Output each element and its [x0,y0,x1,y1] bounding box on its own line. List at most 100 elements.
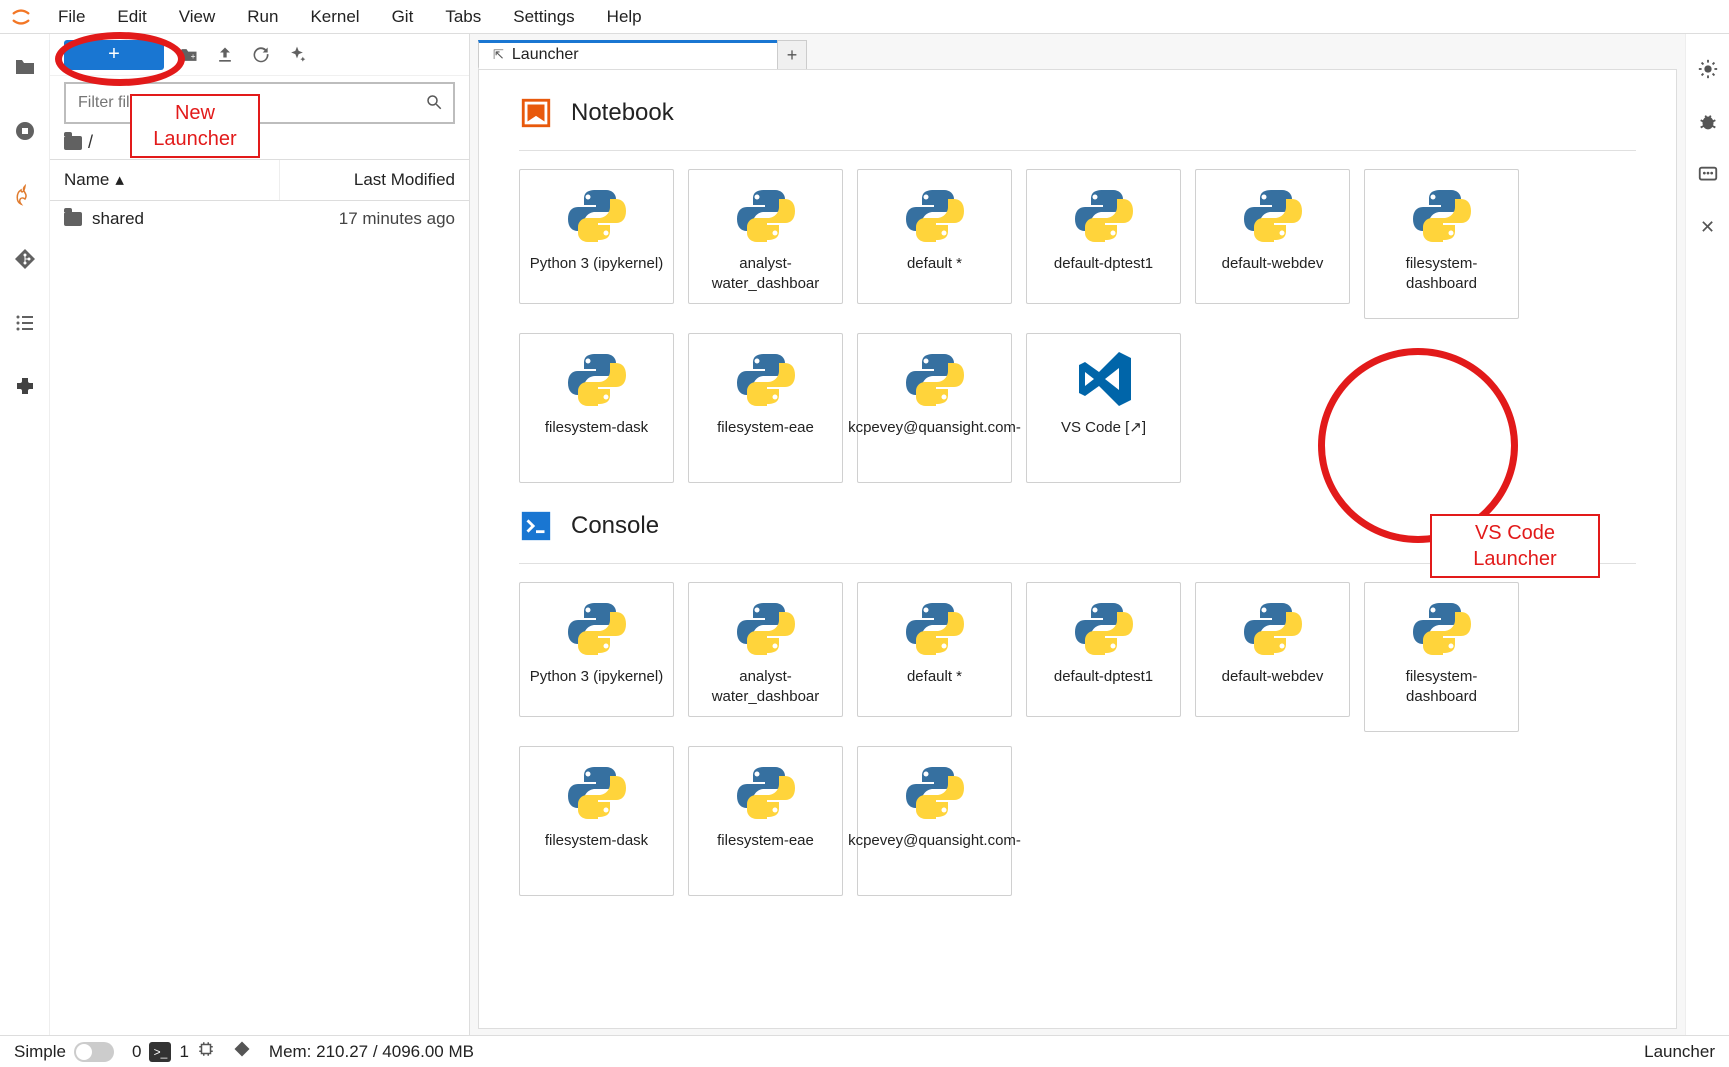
filter-input[interactable] [76,93,425,113]
svg-text:+: + [191,51,196,61]
folder-icon[interactable] [12,54,38,80]
folder-icon [64,136,82,150]
console-card-7[interactable]: filesystem-eae [688,746,843,896]
notebook-card-8[interactable]: kcpevey@quansight.com- [857,333,1012,483]
file-toolbar: + + [50,34,469,76]
python-icon [1411,597,1473,659]
menu-view[interactable]: View [163,1,232,33]
menu-help[interactable]: Help [591,1,658,33]
file-table-header: Name ▴ Last Modified [50,159,469,201]
notebook-icon [519,96,553,130]
notebook-card-5[interactable]: filesystem-dashboard [1364,169,1519,319]
header-modified[interactable]: Last Modified [280,160,469,200]
menu-git[interactable]: Git [376,1,430,33]
add-tab-button[interactable]: + [777,40,807,70]
section-console: Console Python 3 (ipykernel) analyst-wate… [519,509,1636,896]
card-label: Python 3 (ipykernel) [524,667,669,687]
new-folder-icon[interactable]: + [178,44,200,66]
git-status-icon[interactable] [233,1040,251,1063]
menu-file[interactable]: File [42,1,101,33]
notebook-card-6[interactable]: filesystem-dask [519,333,674,483]
property-inspector-icon[interactable] [1697,58,1719,83]
notebook-card-7[interactable]: filesystem-eae [688,333,843,483]
notebook-card-0[interactable]: Python 3 (ipykernel) [519,169,674,304]
console-icon [519,509,553,543]
card-label: filesystem-eae [711,418,820,438]
python-icon [904,348,966,410]
console-card-1[interactable]: analyst-water_dashboar [688,582,843,717]
python-icon [566,761,628,823]
refresh-icon[interactable] [250,44,272,66]
running-icon[interactable] [12,118,38,144]
notebook-card-1[interactable]: analyst-water_dashboar [688,169,843,304]
sparkle-icon[interactable] [286,44,308,66]
menu-run[interactable]: Run [231,1,294,33]
extensions-icon[interactable] [12,374,38,400]
status-counts[interactable]: 0 >_ 1 [132,1040,215,1063]
python-icon [566,184,628,246]
section-console-header: Console [519,509,1636,564]
header-name-label: Name [64,170,109,190]
header-name[interactable]: Name ▴ [50,160,280,200]
breadcrumb-root: / [88,132,93,153]
upload-icon[interactable] [214,44,236,66]
python-icon [1073,597,1135,659]
python-icon [904,597,966,659]
console-card-2[interactable]: default * [857,582,1012,717]
python-icon [735,597,797,659]
console-card-3[interactable]: default-dptest1 [1026,582,1181,717]
file-modified: 17 minutes ago [294,209,455,229]
menu-kernel[interactable]: Kernel [294,1,375,33]
jupyter-logo-icon [10,6,32,28]
section-notebook-header: Notebook [519,96,1636,151]
close-icon[interactable]: ✕ [1700,217,1715,238]
console-card-8[interactable]: kcpevey@quansight.com- [857,746,1012,896]
main-area: + + / Name ▴ Last Modified [0,34,1729,1035]
toc-icon[interactable] [12,310,38,336]
console-card-4[interactable]: default-webdev [1195,582,1350,717]
menu-edit[interactable]: Edit [101,1,162,33]
simple-toggle[interactable]: Simple [14,1042,114,1062]
notebook-card-9[interactable]: VS Code [↗] [1026,333,1181,483]
card-label: Python 3 (ipykernel) [524,254,669,274]
breadcrumb[interactable]: / [50,124,469,159]
chip-icon [197,1040,215,1063]
python-icon [1242,597,1304,659]
table-row[interactable]: shared 17 minutes ago [50,201,469,237]
card-label: default-dptest1 [1048,254,1159,274]
toggle-switch[interactable] [74,1042,114,1062]
python-icon [566,597,628,659]
tab-launcher[interactable]: ⇱ Launcher [478,40,778,70]
tab-title: Launcher [512,46,579,64]
activity-bar [0,34,50,1035]
notebook-card-2[interactable]: default * [857,169,1012,304]
card-label: analyst-water_dashboar [689,667,842,706]
section-console-title: Console [571,512,659,540]
memory-status: Mem: 210.27 / 4096.00 MB [269,1042,474,1062]
count-kernels: 0 [132,1042,141,1062]
terminal-icon: >_ [149,1042,171,1062]
menu-settings[interactable]: Settings [497,1,590,33]
card-label: VS Code [↗] [1055,418,1152,438]
chat-icon[interactable] [1697,164,1719,189]
new-launcher-button[interactable]: + [64,40,164,70]
notebook-card-3[interactable]: default-dptest1 [1026,169,1181,304]
filter-box[interactable] [64,82,455,124]
card-label: kcpevey@quansight.com- [842,831,1027,851]
console-card-6[interactable]: filesystem-dask [519,746,674,896]
python-icon [1073,184,1135,246]
tab-bar: ⇱ Launcher + [478,40,1677,70]
console-card-5[interactable]: filesystem-dashboard [1364,582,1519,732]
launch-icon: ⇱ [493,47,504,63]
notebook-card-4[interactable]: default-webdev [1195,169,1350,304]
card-label: filesystem-dashboard [1365,254,1518,293]
card-label: default * [901,667,968,687]
console-card-0[interactable]: Python 3 (ipykernel) [519,582,674,717]
flame-icon[interactable] [12,182,38,208]
python-icon [735,348,797,410]
git-icon[interactable] [12,246,38,272]
menu-tabs[interactable]: Tabs [429,1,497,33]
debug-icon[interactable] [1697,111,1719,136]
launcher-body: Notebook Python 3 (ipykernel) analyst-wat… [478,69,1677,1029]
card-label: kcpevey@quansight.com- [842,418,1027,438]
